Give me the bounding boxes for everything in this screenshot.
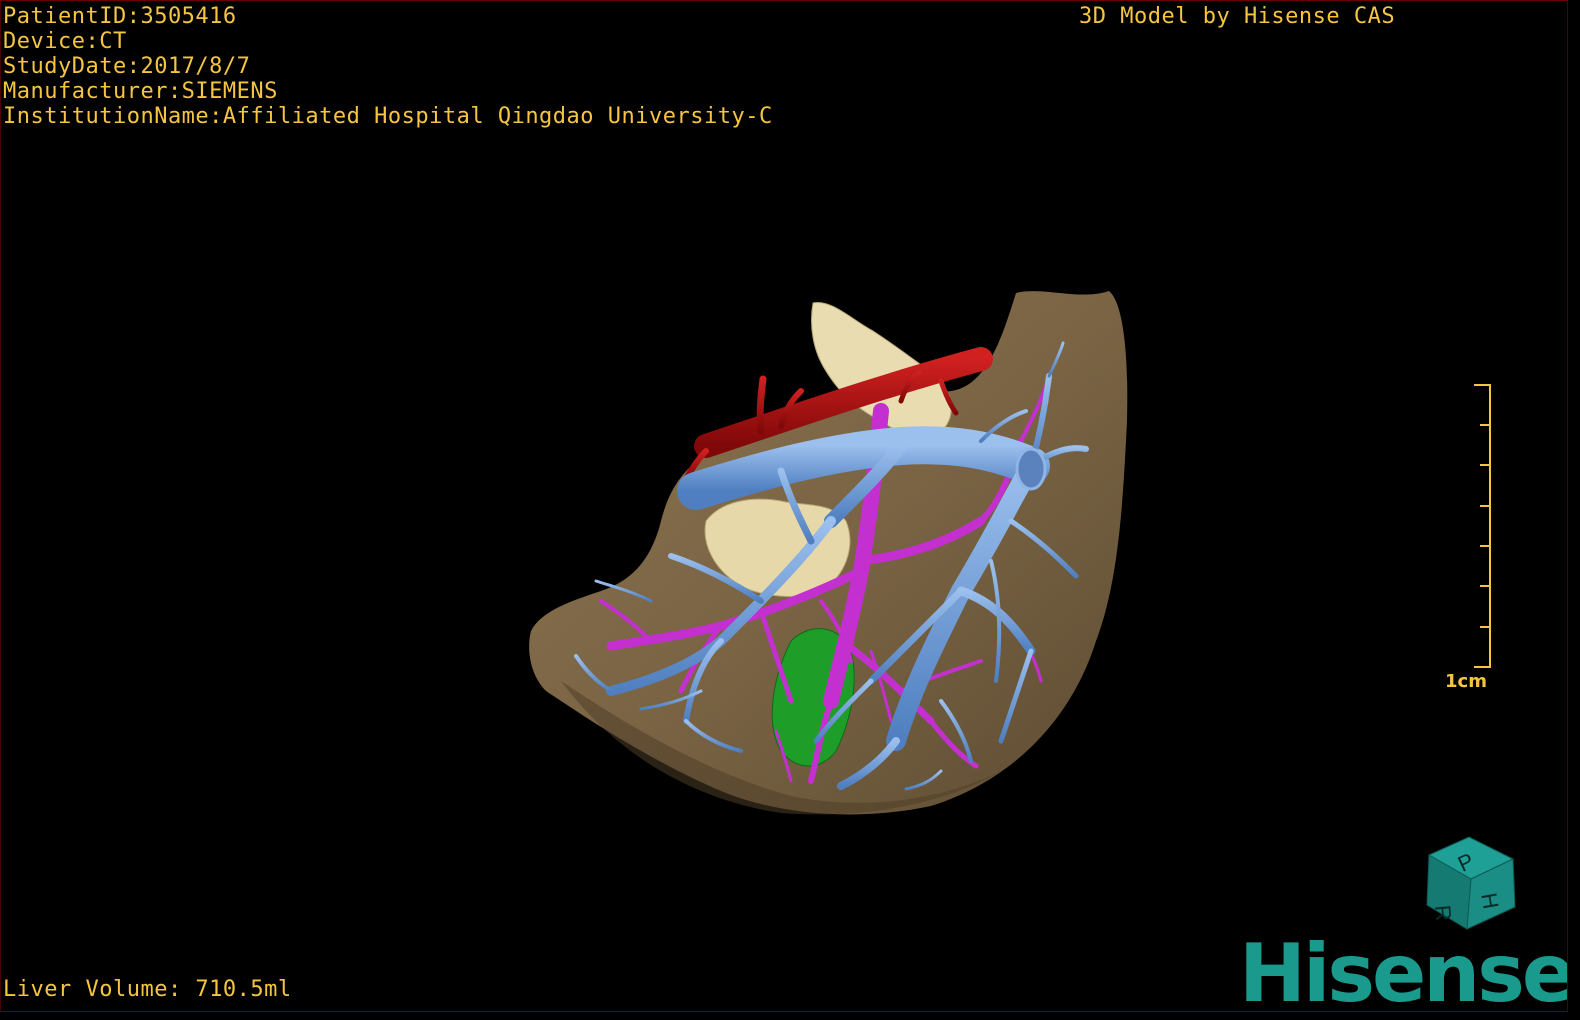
model-credit-text: 3D Model by Hisense CAS	[1079, 4, 1396, 29]
scale-bar	[1474, 384, 1491, 668]
liver-3d-model[interactable]	[1, 1, 1568, 1012]
institution-text: InstitutionName:Affiliated Hospital Qing…	[3, 104, 773, 129]
orientation-cube[interactable]: P H R	[1421, 833, 1521, 933]
scale-label: 1cm	[1445, 671, 1487, 692]
vena-cava-opening	[1015, 447, 1047, 491]
3d-viewport[interactable]: PatientID:3505416 Device:CT StudyDate:20…	[0, 0, 1568, 1012]
patient-id-text: PatientID:3505416	[3, 4, 237, 29]
study-date-text: StudyDate:2017/8/7	[3, 54, 251, 79]
cube-label-r: R	[1430, 904, 1456, 922]
liver-volume-text: Liver Volume: 710.5ml	[3, 977, 292, 1002]
device-text: Device:CT	[3, 29, 127, 54]
dicom-info-overlay: PatientID:3505416 Device:CT StudyDate:20…	[3, 4, 773, 129]
manufacturer-text: Manufacturer:SIEMENS	[3, 79, 278, 104]
hisense-logo: Hisense	[1239, 927, 1568, 1012]
